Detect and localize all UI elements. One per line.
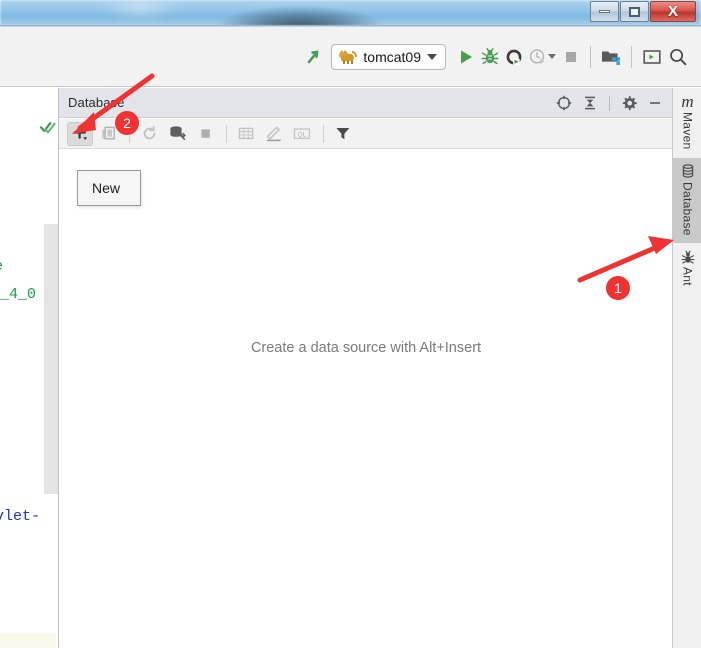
stop-query-button[interactable] bbox=[192, 122, 218, 146]
annotation-badge-2: 2 bbox=[115, 111, 139, 135]
tool-window-header-actions bbox=[552, 88, 667, 118]
code-fragment: rvlet- bbox=[0, 508, 41, 525]
data-source-properties-icon bbox=[169, 126, 186, 140]
editor-background: e op_4_0 rvlet- bbox=[0, 88, 62, 648]
refresh-button[interactable] bbox=[136, 122, 162, 146]
code-fragment: op_4_0 bbox=[0, 286, 37, 303]
toolbar-divider-3 bbox=[323, 124, 324, 143]
run-configuration-selector[interactable]: tomcat09 bbox=[331, 43, 446, 70]
update-running-application-icon bbox=[308, 50, 319, 63]
hide-minimize-icon bbox=[650, 102, 660, 104]
code-fragment: e bbox=[0, 258, 3, 275]
maximize-restore-button[interactable] bbox=[620, 1, 649, 22]
sidebar-item-ant[interactable]: Ant bbox=[673, 243, 701, 294]
toolbar-divider bbox=[590, 45, 591, 68]
plus-icon bbox=[72, 126, 87, 140]
ql-console-icon: QL bbox=[293, 128, 311, 140]
search-icon bbox=[670, 48, 687, 65]
modify-object-button[interactable] bbox=[261, 122, 287, 146]
close-icon: X bbox=[667, 3, 678, 20]
tool-window-title: Database bbox=[68, 95, 125, 110]
sidebar-item-database[interactable]: Database bbox=[673, 157, 701, 244]
close-button[interactable]: X bbox=[650, 1, 696, 22]
filter-icon bbox=[336, 128, 350, 140]
tool-window-header: Database bbox=[59, 88, 673, 118]
maven-m-icon: m bbox=[681, 92, 694, 111]
debug-button[interactable] bbox=[481, 42, 499, 72]
project-structure-button[interactable] bbox=[601, 42, 621, 72]
right-tool-stripe: m Maven Database Ant bbox=[672, 88, 701, 648]
scroll-from-source-icon bbox=[556, 95, 572, 111]
profile-button[interactable] bbox=[529, 42, 547, 72]
settings-button[interactable] bbox=[617, 91, 641, 115]
database-cylinder-icon bbox=[680, 164, 695, 179]
run-with-coverage-icon bbox=[506, 49, 522, 65]
update-application-button[interactable] bbox=[304, 42, 324, 72]
query-console-button[interactable]: QL bbox=[289, 122, 315, 146]
run-icon bbox=[461, 50, 472, 63]
settings-gear-icon bbox=[622, 96, 637, 111]
sidebar-item-maven[interactable]: m Maven bbox=[673, 88, 701, 158]
database-toolbar: QL bbox=[59, 119, 673, 149]
data-source-properties-button[interactable] bbox=[164, 122, 190, 146]
toolbar-divider-2 bbox=[226, 124, 227, 143]
collapse-all-button[interactable] bbox=[578, 91, 602, 115]
table-icon bbox=[238, 127, 254, 140]
sidebar-item-label: Maven bbox=[680, 112, 695, 150]
stop-icon bbox=[566, 51, 576, 62]
editor-bottom-strip bbox=[0, 633, 56, 648]
stop-button[interactable] bbox=[562, 42, 580, 72]
inspections-ok-double-check-icon bbox=[39, 122, 56, 134]
annotation-badge-1: 1 bbox=[606, 276, 630, 300]
profile-dropdown-button[interactable] bbox=[548, 42, 556, 72]
svg-text:QL: QL bbox=[297, 131, 306, 138]
new-popup-label: New bbox=[92, 180, 121, 196]
toolbar-divider-2 bbox=[631, 45, 632, 68]
open-table-editor-button[interactable] bbox=[233, 122, 259, 146]
new-popup-menu[interactable]: New bbox=[77, 170, 141, 206]
chevron-down-icon bbox=[548, 54, 556, 59]
empty-state-message: Create a data source with Alt+Insert bbox=[250, 340, 482, 356]
debug-icon bbox=[481, 47, 499, 64]
edit-icon bbox=[266, 126, 281, 142]
stop-icon bbox=[200, 129, 210, 138]
sidebar-item-label: Ant bbox=[680, 267, 695, 287]
header-divider bbox=[609, 95, 610, 111]
tomcat-cat-icon bbox=[339, 49, 358, 64]
scroll-from-source-button[interactable] bbox=[552, 91, 576, 115]
refresh-icon bbox=[143, 125, 155, 140]
run-configuration-name: tomcat09 bbox=[363, 48, 421, 65]
run-button[interactable] bbox=[457, 42, 475, 72]
inspections-status-widget[interactable] bbox=[39, 120, 56, 136]
restore-icon bbox=[629, 6, 640, 17]
window-controls: X bbox=[590, 1, 697, 23]
minimize-icon bbox=[599, 10, 610, 13]
ide-main-toolbar: tomcat09 bbox=[0, 27, 701, 87]
filter-button[interactable] bbox=[330, 122, 356, 146]
collapse-all-icon bbox=[585, 96, 595, 110]
chevron-down-icon bbox=[427, 53, 437, 60]
profile-icon bbox=[529, 48, 545, 64]
add-data-source-button[interactable] bbox=[67, 121, 93, 146]
run-with-coverage-button[interactable] bbox=[505, 42, 523, 72]
duplicate-icon bbox=[101, 126, 115, 140]
terminal-button[interactable] bbox=[642, 42, 662, 72]
database-tool-window: Database QL New Create a data source wit… bbox=[58, 88, 673, 648]
minimize-button[interactable] bbox=[590, 1, 619, 22]
terminal-icon bbox=[643, 49, 661, 64]
ide-screenshot: X tomcat09 _4_0 let- Database QL New Cre… bbox=[0, 0, 701, 648]
sidebar-item-label: Database bbox=[680, 181, 695, 236]
ant-bug-icon bbox=[680, 249, 695, 264]
project-structure-icon bbox=[602, 51, 620, 65]
hide-button[interactable] bbox=[643, 91, 667, 115]
search-everywhere-button[interactable] bbox=[668, 42, 688, 72]
